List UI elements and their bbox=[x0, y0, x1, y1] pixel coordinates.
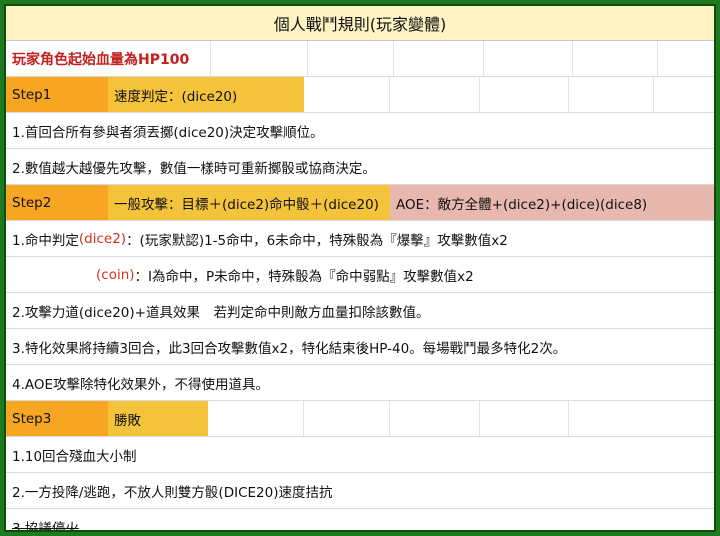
step1-rule-2: 2.數值越大越優先攻擊，數值一樣時可重新擲骰或協商決定。 bbox=[12, 160, 376, 177]
step3-rule-row: 1.10回合殘血大小制 bbox=[6, 437, 714, 473]
step2-rule-row: 2.攻擊力道(dice20)+道具效果 若判定命中則敵方血量扣除該數值。 bbox=[6, 293, 714, 329]
step2-aoe: AOE：敵方全體+(dice2)+(dice)(dice8) bbox=[390, 185, 714, 220]
step3-rule-row: 3.協議停火 bbox=[6, 509, 714, 532]
step3-rule-row: 2.一方投降/逃跑，不放人則雙方骰(DICE20)速度拮抗 bbox=[6, 473, 714, 509]
coin-rule-coin: (coin) bbox=[96, 266, 135, 283]
step1-label: Step1 bbox=[6, 77, 108, 112]
hp-note-row: 玩家角色起始血量為HP100 bbox=[6, 41, 714, 77]
hit-rule: 1.命中判定 (dice2) ：(玩家默認)1-5命中，6未命中，特殊骰為『爆擊』攻… bbox=[6, 221, 714, 256]
step1-rule-row: 2.數值越大越優先攻擊，數值一樣時可重新擲骰或協商決定。 bbox=[6, 149, 714, 185]
step3-row: Step3 勝敗 bbox=[6, 401, 714, 437]
step3-rule-3: 3.協議停火 bbox=[12, 520, 79, 532]
hit-rule-prefix: 1.命中判定 bbox=[12, 232, 79, 249]
step3-label: Step3 bbox=[6, 401, 108, 436]
hit-rule-suffix: ：(玩家默認)1-5命中，6未命中，特殊骰為『爆擊』攻擊數值x2 bbox=[126, 232, 508, 249]
hit-rule-row: 1.命中判定 (dice2) ：(玩家默認)1-5命中，6未命中，特殊骰為『爆擊』攻… bbox=[6, 221, 714, 257]
sheet-title: 個人戰鬥規則(玩家變體) bbox=[6, 6, 714, 41]
step1-name: 速度判定：(dice20) bbox=[108, 77, 304, 112]
coin-rule: (coin) ：I為命中，P未命中，特殊骰為『命中弱點』攻擊數值x2 bbox=[90, 257, 710, 292]
step2-label: Step2 bbox=[6, 185, 108, 220]
step2-name: 一般攻擊：目標＋(dice2)命中骰＋(dice20) bbox=[108, 185, 390, 220]
hit-rule-dice: (dice2) bbox=[78, 230, 127, 247]
step2-rule-row: 3.特化效果將持續3回合，此3回合攻擊數值x2，特化結束後HP-40。每場戰鬥最… bbox=[6, 329, 714, 365]
step2-rule-2: 2.攻擊力道(dice20)+道具效果 若判定命中則敵方血量扣除該數值。 bbox=[12, 304, 430, 321]
spreadsheet: 個人戰鬥規則(玩家變體) 玩家角色起始血量為HP100 Step1 速度判定：(… bbox=[4, 4, 716, 532]
step1-rule-row: 1.首回合所有參與者須丟擲(dice20)決定攻擊順位。 bbox=[6, 113, 714, 149]
step3-rule-2: 2.一方投降/逃跑，不放人則雙方骰(DICE20)速度拮抗 bbox=[12, 484, 333, 501]
step1-rule-1: 1.首回合所有參與者須丟擲(dice20)決定攻擊順位。 bbox=[12, 124, 324, 141]
coin-rule-suffix: ：I為命中，P未命中，特殊骰為『命中弱點』攻擊數值x2 bbox=[134, 268, 474, 285]
step3-name: 勝敗 bbox=[108, 401, 208, 436]
hp-note: 玩家角色起始血量為HP100 bbox=[12, 51, 190, 68]
coin-rule-row: (coin) ：I為命中，P未命中，特殊骰為『命中弱點』攻擊數值x2 bbox=[6, 257, 714, 293]
step2-rule-3: 3.特化效果將持續3回合，此3回合攻擊數值x2，特化結束後HP-40。每場戰鬥最… bbox=[12, 340, 567, 357]
step3-rule-1: 1.10回合殘血大小制 bbox=[12, 448, 137, 465]
step2-rule-4: 4.AOE攻擊除特化效果外，不得使用道具。 bbox=[12, 376, 270, 393]
step1-row: Step1 速度判定：(dice20) bbox=[6, 77, 714, 113]
step2-row: Step2 一般攻擊：目標＋(dice2)命中骰＋(dice20) AOE：敵方… bbox=[6, 185, 714, 221]
step2-rule-row: 4.AOE攻擊除特化效果外，不得使用道具。 bbox=[6, 365, 714, 401]
